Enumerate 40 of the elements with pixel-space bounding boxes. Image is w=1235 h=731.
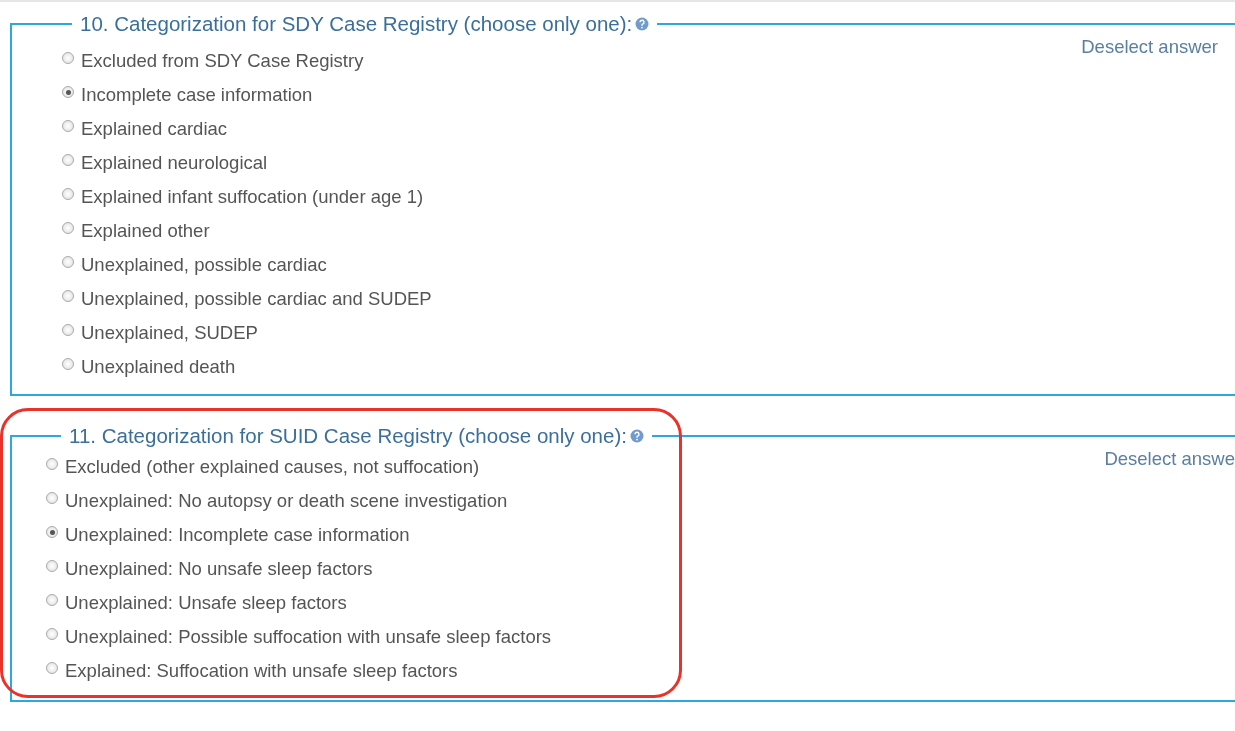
option-label[interactable]: Unexplained: Possible suffocation with unsafe sleep factors: [65, 626, 552, 648]
radio-button[interactable]: [46, 662, 58, 674]
option-label[interactable]: Explained neurological: [81, 152, 268, 174]
help-icon[interactable]: [635, 17, 650, 31]
option-label[interactable]: Unexplained: Unsafe sleep factors: [65, 592, 347, 614]
option-label[interactable]: Explained cardiac: [81, 118, 228, 140]
radio-button[interactable]: [46, 458, 58, 470]
option-label[interactable]: Explained infant suffocation (under age 1): [81, 186, 424, 208]
option-label[interactable]: Excluded (other explained causes, not suffocation): [65, 456, 480, 478]
deselect-link[interactable]: Deselect answe: [1104, 448, 1235, 470]
radio-button[interactable]: [62, 290, 74, 302]
option-label[interactable]: Unexplained, SUDEP: [81, 322, 258, 344]
option-label[interactable]: Unexplained, possible cardiac: [81, 254, 327, 276]
radio-button[interactable]: [62, 154, 74, 166]
radio-button[interactable]: [62, 256, 74, 268]
radio-button[interactable]: [62, 358, 74, 370]
radio-button[interactable]: [62, 86, 74, 98]
question-title: 10. Categorization for SDY Case Registry (choose only one):: [80, 12, 633, 36]
radio-button[interactable]: [62, 324, 74, 336]
option-label[interactable]: Explained: Suffocation with unsafe sleep factors: [65, 660, 458, 682]
option-label[interactable]: Explained other: [81, 220, 210, 242]
radio-button[interactable]: [46, 560, 58, 572]
option-label[interactable]: Unexplained: No unsafe sleep factors: [65, 558, 373, 580]
radio-button[interactable]: [46, 628, 58, 640]
radio-button[interactable]: [62, 188, 74, 200]
radio-button[interactable]: [62, 120, 74, 132]
radio-button[interactable]: [46, 492, 58, 504]
option-label[interactable]: Excluded from SDY Case Registry: [81, 50, 364, 72]
radio-button[interactable]: [46, 594, 58, 606]
option-label[interactable]: Incomplete case information: [81, 84, 313, 106]
option-label[interactable]: Unexplained death: [81, 356, 236, 378]
option-label[interactable]: Unexplained: Incomplete case information: [65, 524, 410, 546]
deselect-link[interactable]: Deselect answer: [1081, 36, 1218, 58]
radio-button[interactable]: [62, 52, 74, 64]
option-label[interactable]: Unexplained, possible cardiac and SUDEP: [81, 288, 432, 310]
help-icon[interactable]: [629, 429, 644, 443]
radio-button[interactable]: [62, 222, 74, 234]
radio-button[interactable]: [46, 526, 58, 538]
option-label[interactable]: Unexplained: No autopsy or death scene investigation: [65, 490, 508, 512]
question-title: 11. Categorization for SUID Case Registry (choose only one):: [69, 424, 627, 448]
